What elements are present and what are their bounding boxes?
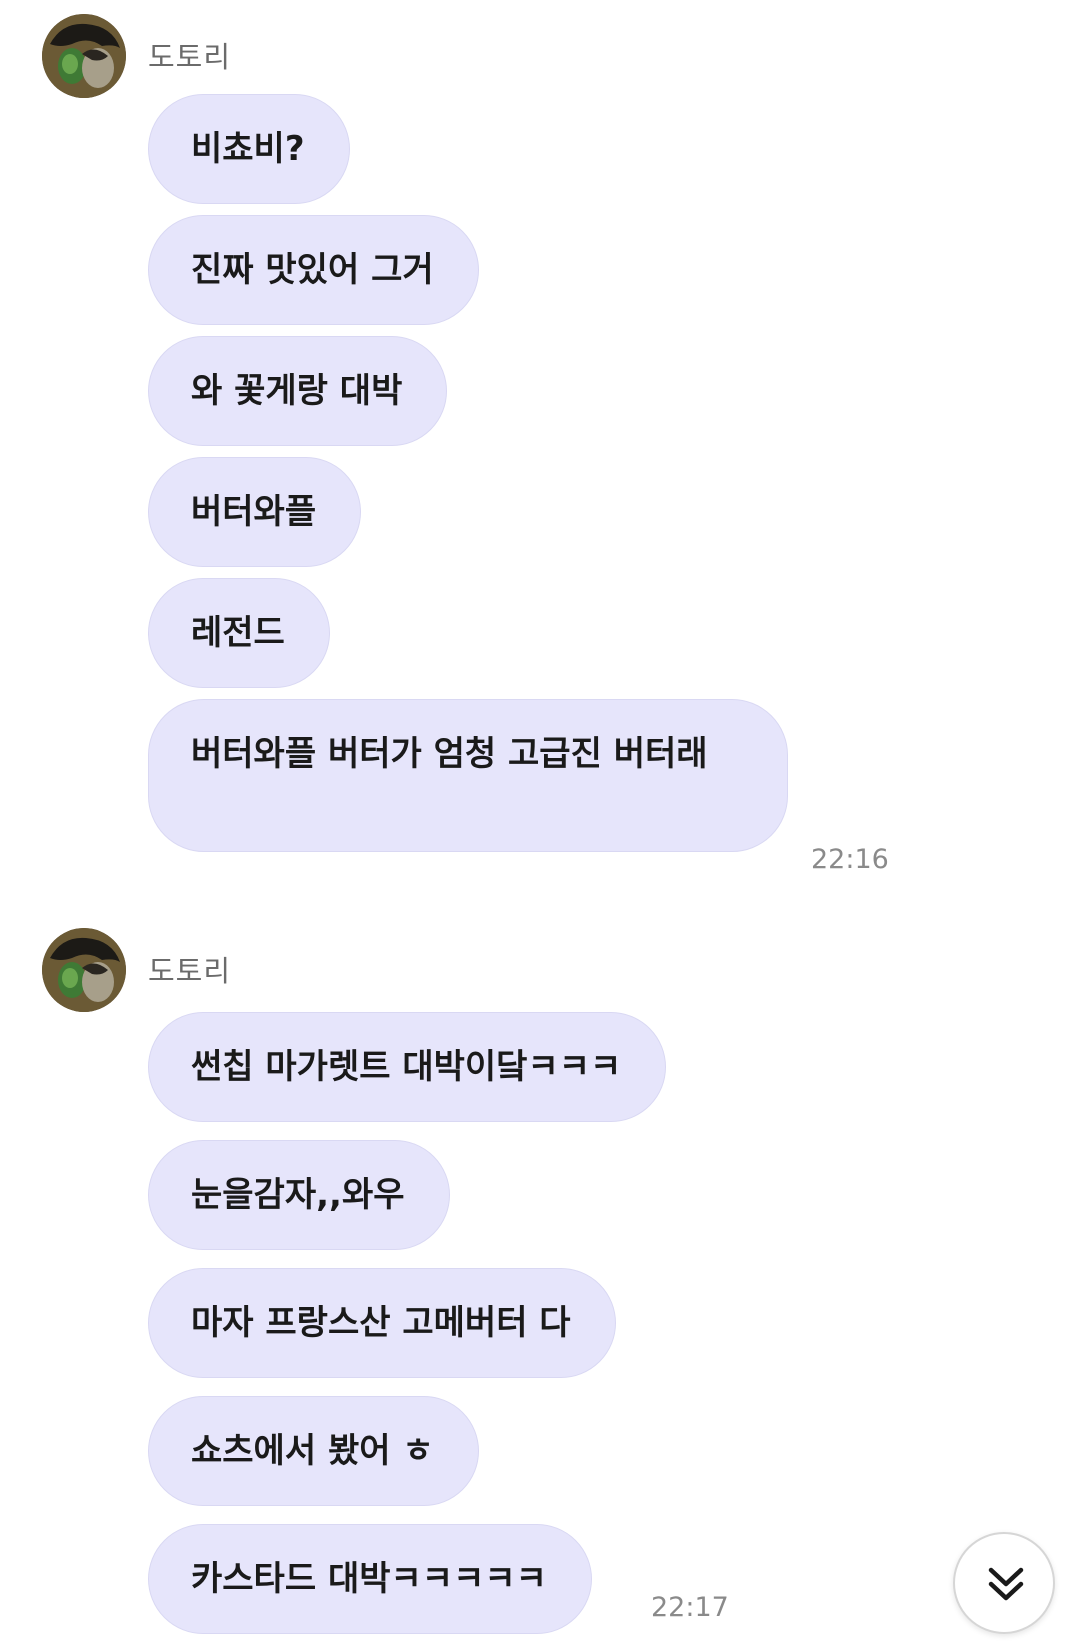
message-bubble[interactable]: 쇼츠에서 봤어 ㅎ	[148, 1396, 479, 1506]
sender-name: 도토리	[148, 40, 232, 74]
message-bubble[interactable]: 진짜 맛있어 그거	[148, 215, 479, 325]
message-bubble[interactable]: 썬칩 마가렛트 대박이닼ㅋㅋㅋ	[148, 1012, 667, 1122]
message-bubble[interactable]: 비쵸비?	[148, 94, 350, 204]
double-chevron-down-icon	[988, 1567, 1024, 1601]
message-timestamp: 22:17	[651, 1592, 729, 1623]
message-bubble[interactable]: 레전드	[148, 578, 330, 688]
sender-name: 도토리	[148, 954, 232, 988]
message-bubble[interactable]: 버터와플 버터가 엄청 고급진 버터래	[148, 699, 788, 852]
message-bubble[interactable]: 와 꽃게랑 대박	[148, 336, 448, 446]
message-bubble[interactable]: 카스타드 대박ㅋㅋㅋㅋㅋ	[148, 1524, 592, 1634]
scroll-to-bottom-button[interactable]	[953, 1532, 1055, 1634]
message-bubble[interactable]: 눈을감자,,와우	[148, 1140, 450, 1250]
message-timestamp: 22:16	[811, 844, 889, 875]
message-bubble[interactable]: 버터와플	[148, 457, 362, 567]
message-bubble[interactable]: 마자 프랑스산 고메버터 다	[148, 1268, 616, 1378]
avatar[interactable]	[42, 928, 126, 1012]
avatar[interactable]	[42, 14, 126, 98]
